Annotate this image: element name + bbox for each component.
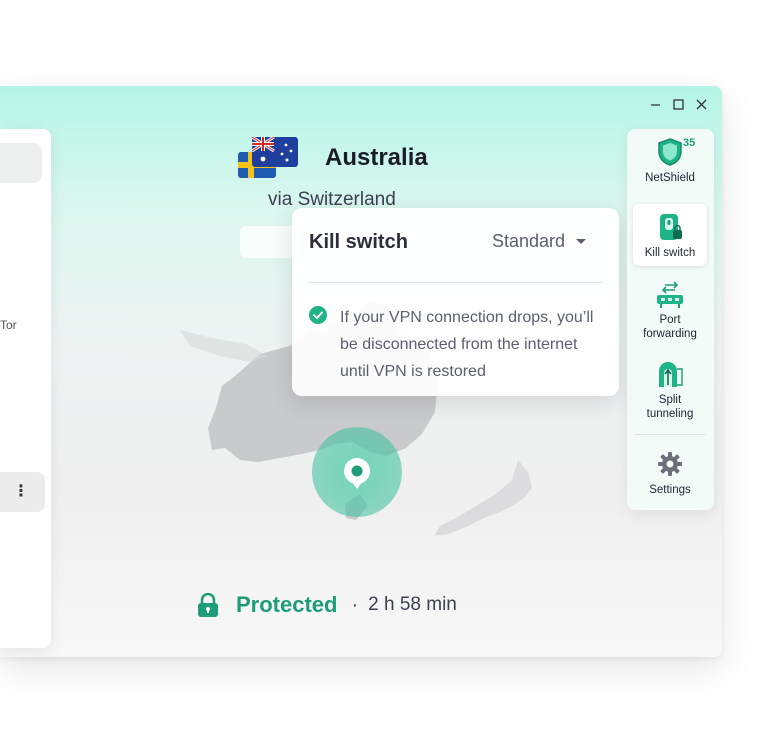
port-forwarding-icon <box>657 281 683 308</box>
split-tunneling-icon <box>659 362 683 387</box>
kill-switch-description: If your VPN connection drops, you’ll be … <box>340 309 594 380</box>
feature-kill-switch[interactable]: Kill switch <box>633 204 707 266</box>
minimize-icon <box>651 104 660 106</box>
gear-icon <box>658 452 682 476</box>
status-separator: · <box>351 593 359 616</box>
netshield-badge: 35 <box>683 137 696 149</box>
settings-button[interactable]: Settings <box>633 449 707 497</box>
islands-landmass <box>180 330 268 362</box>
kill-switch-icon-wrap <box>657 212 683 242</box>
server-list-partial-text: Tor <box>0 318 17 332</box>
feature-label: Split tunneling <box>646 394 694 420</box>
lock-icon <box>198 593 218 617</box>
server-list-panel: Tor ⋮ <box>0 129 51 648</box>
connection-status: Protected · 2 h 58 min <box>197 592 457 618</box>
maximize-icon <box>673 99 684 110</box>
server-search-input[interactable] <box>0 143 42 183</box>
connection-heading: Australia <box>238 137 428 179</box>
feature-port-forwarding[interactable]: Port forwarding <box>633 279 707 341</box>
close-icon <box>696 99 707 110</box>
connection-action-button[interactable] <box>240 226 300 258</box>
australia-flag-icon <box>252 137 298 167</box>
check-circle-icon <box>309 306 327 324</box>
chevron-down-icon <box>576 238 587 244</box>
connection-duration: 2 h 58 min <box>368 594 457 615</box>
feature-split-tunneling[interactable]: Split tunneling <box>633 359 707 421</box>
kill-switch-icon <box>660 214 682 240</box>
more-options-icon[interactable]: ⋮ <box>13 484 29 500</box>
feature-label: Port forwarding <box>643 314 697 340</box>
flags <box>238 137 300 179</box>
popup-divider <box>308 282 603 283</box>
status-label: Protected <box>236 592 338 617</box>
netshield-icon-wrap: 35 <box>650 137 695 167</box>
new-zealand-landmass <box>434 460 532 536</box>
feature-sidebar: 35 NetShield Kill switch Port forwarding… <box>627 129 714 510</box>
split-tunneling-icon-wrap <box>655 359 685 389</box>
feature-label: Kill switch <box>644 247 696 259</box>
feature-label: NetShield <box>645 172 695 184</box>
shield-icon <box>658 138 682 166</box>
server-list-row[interactable]: ⋮ <box>0 472 45 512</box>
feature-divider <box>635 434 706 435</box>
port-forwarding-icon-wrap <box>655 279 685 309</box>
kill-switch-popup: Kill switch Standard If your VPN connect… <box>292 208 619 396</box>
location-marker-icon[interactable] <box>312 427 402 517</box>
app-window: Tor ⋮ Australia via Switzerland Kill swi… <box>0 86 722 657</box>
feature-netshield[interactable]: 35 NetShield <box>633 137 707 195</box>
kill-switch-mode-select[interactable]: Standard <box>492 231 587 252</box>
settings-icon-wrap <box>657 449 683 479</box>
country-name: Australia <box>325 144 428 171</box>
minimize-button[interactable] <box>649 98 662 111</box>
close-button[interactable] <box>695 98 708 111</box>
window-controls <box>649 98 708 111</box>
feature-label: Settings <box>649 484 691 496</box>
kill-switch-mode-value: Standard <box>492 231 566 251</box>
maximize-button[interactable] <box>672 98 685 111</box>
popup-title: Kill switch <box>309 231 408 253</box>
